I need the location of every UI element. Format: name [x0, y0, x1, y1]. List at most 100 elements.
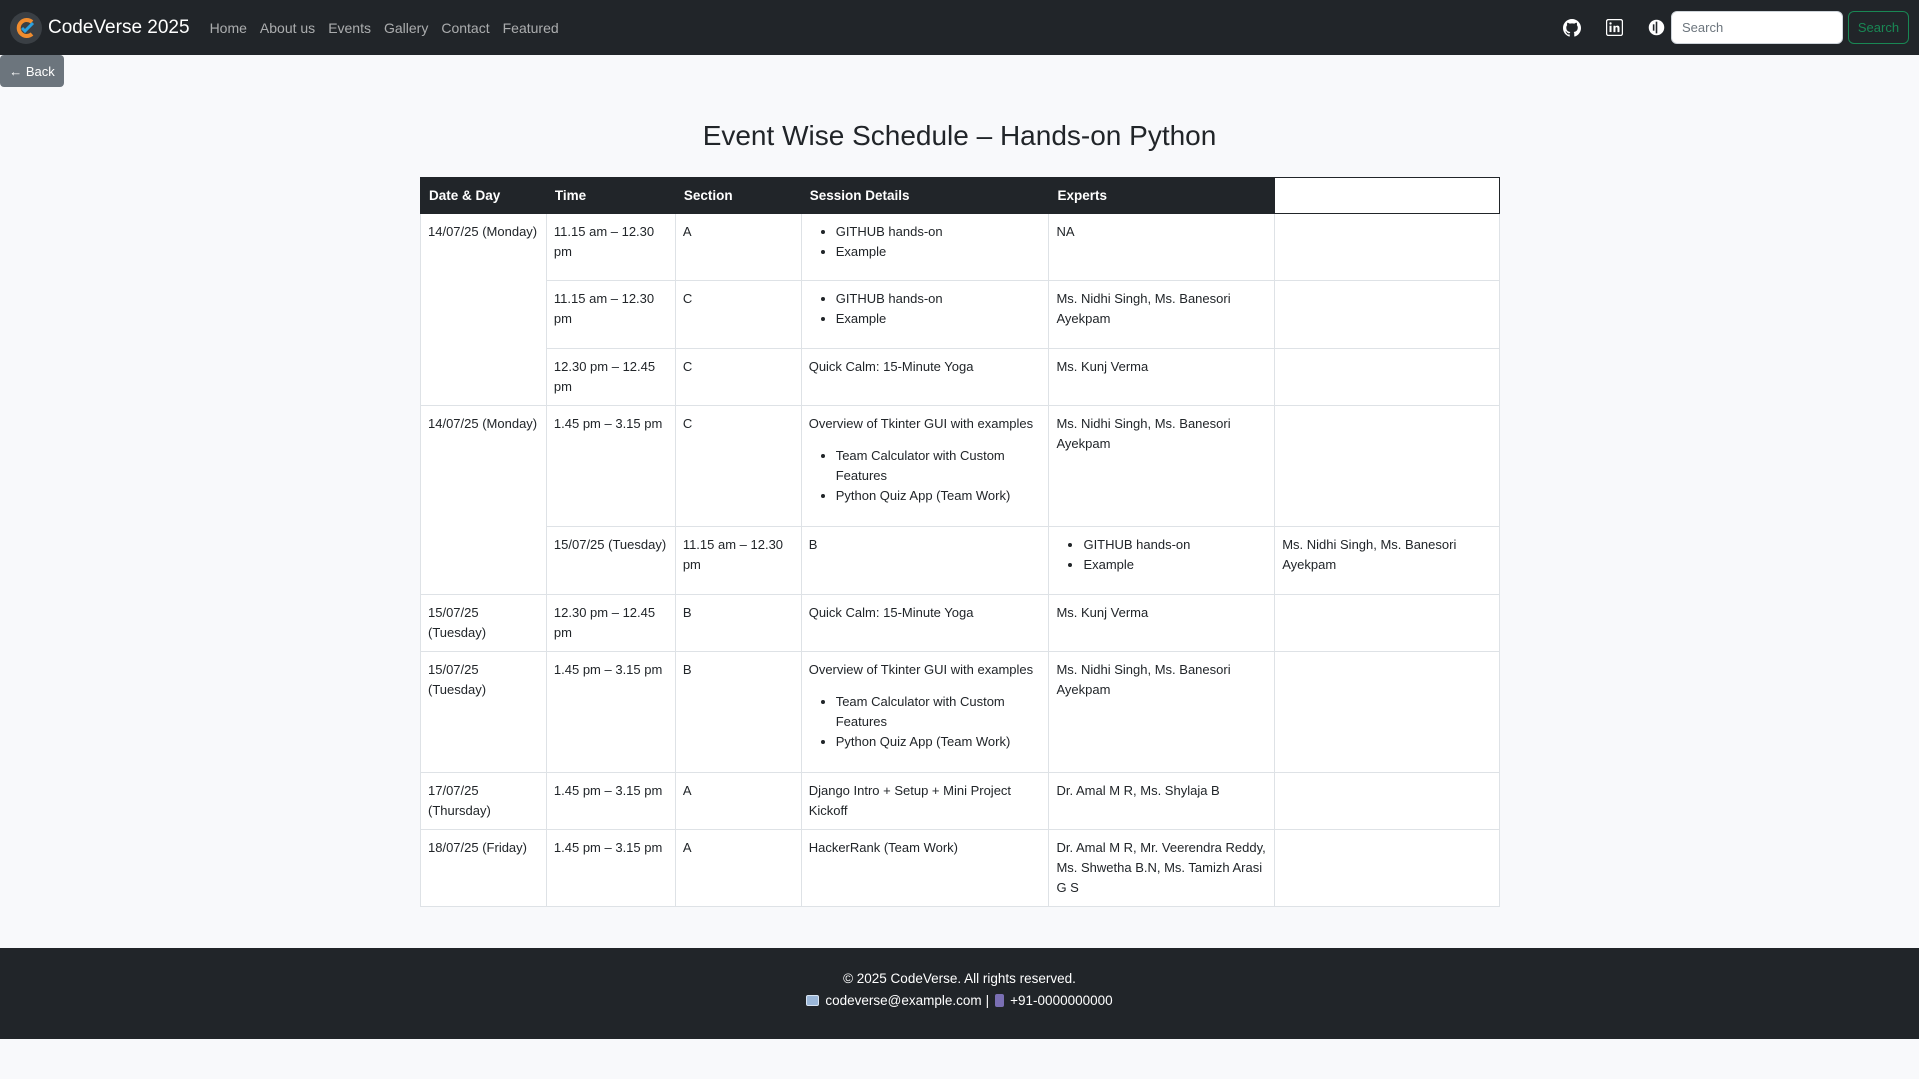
cell-section: C	[674, 348, 802, 406]
email-icon	[806, 995, 820, 1006]
header-session-details: Session Details	[800, 177, 1050, 214]
list-item: GITHUB hands-on	[836, 222, 1042, 242]
brand-name: CodeVerse 2025	[48, 16, 190, 38]
github-icon[interactable]	[1562, 18, 1582, 38]
footer-contact: codeverse@example.com | +91-0000000000	[0, 993, 1919, 1008]
cell-section: A	[674, 772, 802, 830]
cell-date: 18/07/25 (Friday)	[420, 829, 547, 907]
cell-section: C	[674, 280, 802, 349]
cell-experts: Ms. Nidhi Singh, Ms. Banesori Ayekpam	[1048, 280, 1276, 349]
cell-date: 14/07/25 (Monday)	[420, 405, 547, 595]
cell-empty	[1274, 594, 1500, 652]
codeverse-logo-icon	[10, 11, 42, 44]
cell-date: 14/07/25 (Monday)	[420, 213, 547, 406]
list-item: Team Calculator with Custom Features	[836, 446, 1042, 486]
cell-experts-shifted: Ms. Nidhi Singh, Ms. Banesori Ayekpam	[1274, 526, 1500, 595]
table-row: 18/07/25 (Friday) 1.45 pm – 3.15 pm A Ha…	[420, 829, 1500, 907]
nav-link-gallery[interactable]: Gallery	[384, 20, 428, 36]
cell-experts: Ms. Nidhi Singh, Ms. Banesori Ayekpam	[1048, 405, 1276, 527]
table-header-row: Date & Day Time Section Session Details …	[420, 177, 1500, 214]
session-list: GITHUB hands-on Example	[809, 289, 1042, 329]
cell-session-details: Django Intro + Setup + Mini Project Kick…	[800, 772, 1050, 830]
session-list: Team Calculator with Custom Features Pyt…	[809, 692, 1042, 752]
header-section: Section	[674, 177, 802, 214]
cell-experts: Ms. Kunj Verma	[1048, 348, 1276, 406]
nav-link-about[interactable]: About us	[260, 20, 315, 36]
cell-experts: Ms. Nidhi Singh, Ms. Banesori Ayekpam	[1048, 651, 1276, 773]
cell-experts: Dr. Amal M R, Mr. Veerendra Reddy, Ms. S…	[1048, 829, 1276, 907]
header-date: Date & Day	[420, 177, 547, 214]
session-list: GITHUB hands-on Example	[809, 222, 1042, 262]
table-row: 17/07/25 (Thursday) 1.45 pm – 3.15 pm A …	[420, 772, 1500, 830]
nav-link-events[interactable]: Events	[328, 20, 371, 36]
nav-link-home[interactable]: Home	[210, 20, 247, 36]
table-row: 15/07/25 (Tuesday) 12.30 pm – 12.45 pm B…	[420, 594, 1500, 652]
cell-date: 17/07/25 (Thursday)	[420, 772, 547, 830]
brand-link[interactable]: CodeVerse 2025	[10, 11, 190, 44]
list-item: GITHUB hands-on	[1083, 535, 1267, 555]
table-row: 15/07/25 (Tuesday) 1.45 pm – 3.15 pm B O…	[420, 651, 1500, 773]
search-input[interactable]	[1671, 11, 1843, 44]
cell-session-details: Overview of Tkinter GUI with examples Te…	[800, 651, 1050, 773]
list-item: Team Calculator with Custom Features	[836, 692, 1042, 732]
cell-section-shifted: B	[800, 526, 1050, 595]
list-item: Example	[836, 242, 1042, 262]
session-title: Overview of Tkinter GUI with examples	[808, 416, 1034, 431]
cell-empty	[1274, 772, 1500, 830]
session-title: Overview of Tkinter GUI with examples	[808, 662, 1034, 677]
footer-phone[interactable]: +91-0000000000	[1010, 993, 1112, 1008]
footer-separator: |	[985, 993, 990, 1008]
cell-date-shifted: 15/07/25 (Tuesday)	[545, 526, 676, 595]
search-button[interactable]: Search	[1848, 11, 1909, 44]
cell-time: 12.30 pm – 12.45 pm	[545, 348, 676, 406]
cell-session-details: Quick Calm: 15-Minute Yoga	[800, 348, 1050, 406]
top-navbar: CodeVerse 2025 Home About us Events Gall…	[0, 0, 1919, 55]
page-title: Event Wise Schedule – Hands-on Python	[702, 120, 1217, 151]
list-item: Example	[836, 309, 1042, 329]
cell-session-details-shifted: GITHUB hands-on Example	[1048, 526, 1276, 595]
back-button[interactable]: ← Back	[0, 55, 64, 87]
nav-link-featured[interactable]: Featured	[503, 20, 559, 36]
cell-session-details: Quick Calm: 15-Minute Yoga	[800, 594, 1050, 652]
header-time: Time	[545, 177, 676, 214]
cell-time: 1.45 pm – 3.15 pm	[545, 405, 676, 527]
cell-empty	[1274, 405, 1500, 527]
header-experts: Experts	[1048, 177, 1276, 214]
cell-section: A	[674, 213, 802, 281]
cell-time: 1.45 pm – 3.15 pm	[545, 829, 676, 907]
cell-experts: NA	[1048, 213, 1276, 281]
list-item: Python Quiz App (Team Work)	[836, 732, 1042, 752]
table-row: 12.30 pm – 12.45 pm C Quick Calm: 15-Min…	[421, 348, 1500, 406]
nav-links: Home About us Events Gallery Contact Fea…	[210, 20, 572, 36]
session-list: GITHUB hands-on Example	[1056, 535, 1267, 575]
cell-experts: Ms. Kunj Verma	[1048, 594, 1276, 652]
cell-time: 12.30 pm – 12.45 pm	[545, 594, 676, 652]
table-row: 14/07/25 (Monday) 1.45 pm – 3.15 pm C Ov…	[420, 405, 1500, 595]
nav-right-group: Search	[1562, 0, 1909, 55]
phone-icon	[995, 994, 1005, 1007]
session-list: Team Calculator with Custom Features Pyt…	[809, 446, 1042, 506]
cell-section: B	[674, 594, 802, 652]
cell-time: 1.45 pm – 3.15 pm	[545, 651, 676, 773]
cell-time-shifted: 11.15 am – 12.30 pm	[674, 526, 802, 595]
cell-date: 15/07/25 (Tuesday)	[420, 651, 547, 773]
list-item: Example	[1083, 555, 1267, 575]
footer-email[interactable]: codeverse@example.com	[825, 993, 981, 1008]
footer-copyright: © 2025 CodeVerse. All rights reserved.	[843, 971, 1076, 986]
table-row: 11.15 am – 12.30 pm C GITHUB hands-on Ex…	[421, 280, 1500, 349]
cell-section: B	[674, 651, 802, 773]
table-row: 15/07/25 (Tuesday) 11.15 am – 12.30 pm B…	[421, 526, 1500, 595]
theme-toggle-icon[interactable]	[1646, 18, 1666, 38]
cell-session-details: GITHUB hands-on Example	[800, 280, 1050, 349]
header-empty	[1274, 177, 1500, 214]
cell-section: C	[674, 405, 802, 527]
cell-empty	[1274, 829, 1500, 907]
nav-link-contact[interactable]: Contact	[441, 20, 489, 36]
footer: © 2025 CodeVerse. All rights reserved. c…	[0, 948, 1919, 1039]
cell-time: 11.15 am – 12.30 pm	[545, 213, 676, 281]
linkedin-icon[interactable]	[1604, 18, 1624, 38]
list-item: GITHUB hands-on	[836, 289, 1042, 309]
list-item: Python Quiz App (Team Work)	[836, 486, 1042, 506]
cell-time: 1.45 pm – 3.15 pm	[545, 772, 676, 830]
cell-empty	[1274, 213, 1500, 281]
